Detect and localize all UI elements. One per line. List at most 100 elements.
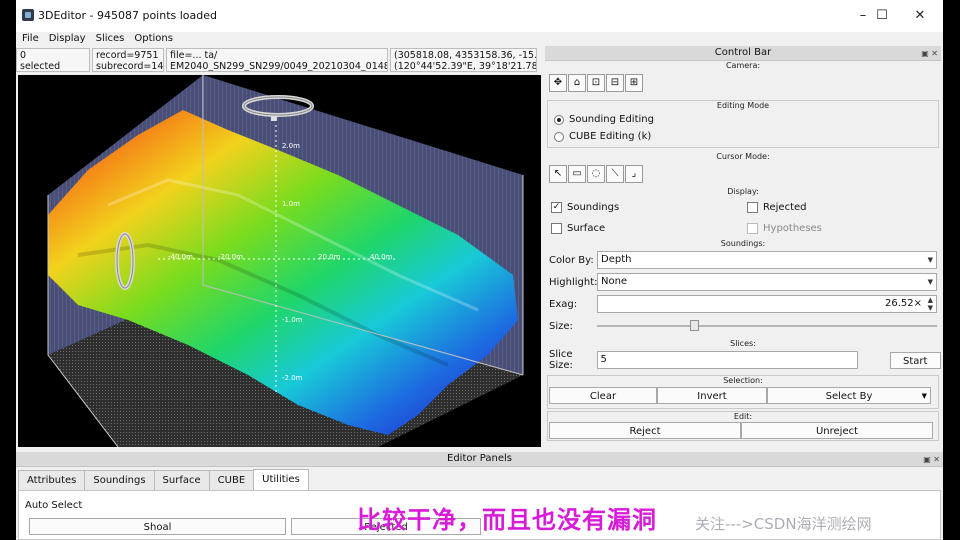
app-window: 3DEditor - 945087 points loaded – ☐ ✕ Fi… (16, 0, 943, 540)
clear-button[interactable]: Clear (549, 387, 657, 404)
color-by-select[interactable]: Depth ▼ (597, 251, 937, 269)
close-button[interactable]: ✕ (908, 8, 932, 24)
editing-mode-group: Editing Mode Sounding Editing CUBE Editi… (547, 100, 939, 148)
3d-viewport[interactable]: 2.0m 1.0m -1.0m -2.0m -40.0m -20.0m 20.0… (18, 75, 541, 447)
rejected-checkbox-row[interactable]: Rejected (741, 197, 937, 218)
point-cloud-render: 2.0m 1.0m -1.0m -2.0m -40.0m -20.0m 20.0… (47, 75, 524, 447)
soundings-checkbox-label: Soundings (567, 202, 620, 213)
panel-float-close-icons[interactable]: ▣ ✕ (921, 47, 938, 61)
hypotheses-checkbox-label: Hypotheses (763, 223, 822, 234)
control-bar-title: Control Bar (714, 47, 772, 58)
rejected-checkbox[interactable] (747, 202, 758, 213)
x-axis-label: 20.0m (318, 253, 341, 261)
selection-group: Selection: Clear Invert Select By ▼ (547, 375, 939, 409)
file-name: EM2040_SN299_SN299/0049_20210304_014850 (170, 61, 388, 72)
camera-reset-icon[interactable]: ⌂ (568, 74, 586, 92)
maximize-button[interactable]: ☐ (870, 8, 894, 24)
tab-surface[interactable]: Surface (153, 470, 210, 490)
rectangle-select-icon[interactable]: ▭ (568, 165, 586, 183)
editor-panels-header: Editor Panels ▣ ✕ (16, 452, 943, 467)
cursor-mode-toolbar: ↖ ▭ ◌ ⟍ ⌟ (545, 162, 941, 187)
profile-select-icon[interactable]: ⌟ (625, 165, 643, 183)
menu-bar: File Display Slices Options (16, 32, 943, 46)
exag-value: 26.52× (884, 298, 922, 309)
z-axis-label: 2.0m (282, 142, 300, 150)
color-by-value: Depth (601, 254, 632, 265)
sounding-editing-option[interactable]: Sounding Editing (548, 111, 938, 128)
soundings-section-title: Soundings: (720, 239, 766, 248)
sounding-editing-radio[interactable] (554, 114, 564, 125)
record-value: record=9751 (96, 50, 159, 61)
cube-editing-radio[interactable] (554, 131, 564, 142)
tab-attributes[interactable]: Attributes (18, 470, 86, 490)
x-axis-label: -20.0m (218, 253, 243, 261)
color-by-label: Color By: (549, 254, 594, 266)
watermark-text: 关注--->CSDN海洋测绘网 (695, 515, 872, 533)
soundings-checkbox-row[interactable]: ✓ Soundings (545, 197, 741, 218)
shoal-button[interactable]: Shoal (29, 518, 286, 535)
panel-float-close-icons[interactable]: ▣ ✕ (923, 453, 940, 467)
tab-cube[interactable]: CUBE (208, 470, 255, 490)
exag-spinbox[interactable]: 26.52× ▲ ▼ (597, 295, 937, 313)
tab-soundings[interactable]: Soundings (84, 470, 155, 490)
selection-buttons: Clear Invert Select By ▼ (548, 386, 938, 404)
cube-editing-label: CUBE Editing (k) (569, 131, 652, 142)
camera-rotate-icon[interactable]: ✥ (549, 74, 567, 92)
camera-front-icon[interactable]: ⊡ (587, 74, 605, 92)
menu-file[interactable]: File (22, 32, 39, 46)
cube-editing-option[interactable]: CUBE Editing (k) (548, 128, 938, 145)
editor-panels-title: Editor Panels (447, 453, 512, 464)
size-label: Size: (549, 320, 573, 332)
reject-button[interactable]: Reject (549, 422, 741, 439)
size-slider-handle[interactable] (689, 320, 699, 331)
invert-button[interactable]: Invert (657, 387, 767, 404)
pointer-cursor-icon[interactable]: ↖ (549, 165, 567, 183)
app-icon (22, 9, 34, 21)
x-axis-label: 40.0m (370, 253, 393, 261)
slice-size-label: Slice Size: (549, 349, 573, 371)
coords-cell: (305818.08, 4353158.36, -15.82) (120°44'… (390, 48, 537, 72)
cursor-mode-title: Cursor Mode: (716, 152, 770, 161)
menu-slices[interactable]: Slices (96, 32, 125, 46)
line-select-icon[interactable]: ⟍ (606, 165, 624, 183)
start-button[interactable]: Start (889, 351, 941, 369)
display-options: ✓ Soundings Rejected Surface Hypotheses (545, 197, 941, 239)
size-slider[interactable] (597, 320, 937, 332)
surface-checkbox[interactable] (551, 223, 562, 234)
edit-buttons: Reject Unreject (548, 422, 938, 439)
select-by-label: Select By (825, 391, 873, 402)
z-axis-label: 1.0m (282, 200, 300, 208)
menu-display[interactable]: Display (49, 32, 86, 46)
camera-top-icon[interactable]: ⊞ (625, 74, 643, 92)
spin-arrows-icon[interactable]: ▲ ▼ (928, 296, 933, 312)
surface-checkbox-row[interactable]: Surface (545, 218, 741, 239)
chevron-down-icon: ▼ (921, 392, 927, 400)
sounding-editing-label: Sounding Editing (569, 114, 654, 125)
file-cell: file=... ta/ EM2040_SN299_SN299/0049_202… (166, 48, 388, 72)
record-cell: record=9751 subrecord=143 (92, 48, 164, 72)
highlight-select[interactable]: None ▼ (597, 273, 937, 291)
unreject-button[interactable]: Unreject (741, 422, 933, 439)
camera-side-icon[interactable]: ⊟ (606, 74, 624, 92)
tab-utilities[interactable]: Utilities (253, 469, 309, 491)
file-path: file=... ta/ (170, 50, 218, 61)
menu-options[interactable]: Options (134, 32, 173, 46)
selected-label: selected (20, 61, 61, 72)
select-by-dropdown[interactable]: Select By ▼ (767, 387, 931, 404)
soundings-checkbox[interactable]: ✓ (551, 202, 562, 213)
control-bar-header: Control Bar ▣ ✕ (545, 46, 941, 61)
hypotheses-checkbox (747, 223, 758, 234)
auto-select-label: Auto Select (25, 500, 83, 511)
surface-checkbox-label: Surface (567, 223, 606, 234)
edit-section-title: Edit: (733, 412, 753, 421)
selection-section-title: Selection: (723, 376, 763, 385)
window-title: 3DEditor - 945087 points loaded (38, 9, 218, 22)
slice-size-row: Slice Size: 5 Start (545, 349, 941, 371)
slice-size-input[interactable]: 5 (596, 351, 858, 369)
exag-label: Exag: (549, 298, 578, 310)
status-strip: 0 selected record=9751 subrecord=143 fil… (16, 48, 541, 73)
lasso-select-icon[interactable]: ◌ (587, 165, 605, 183)
z-axis-label: -2.0m (282, 374, 303, 382)
x-axis-label: -40.0m (168, 253, 193, 261)
size-slider-track (597, 325, 937, 327)
